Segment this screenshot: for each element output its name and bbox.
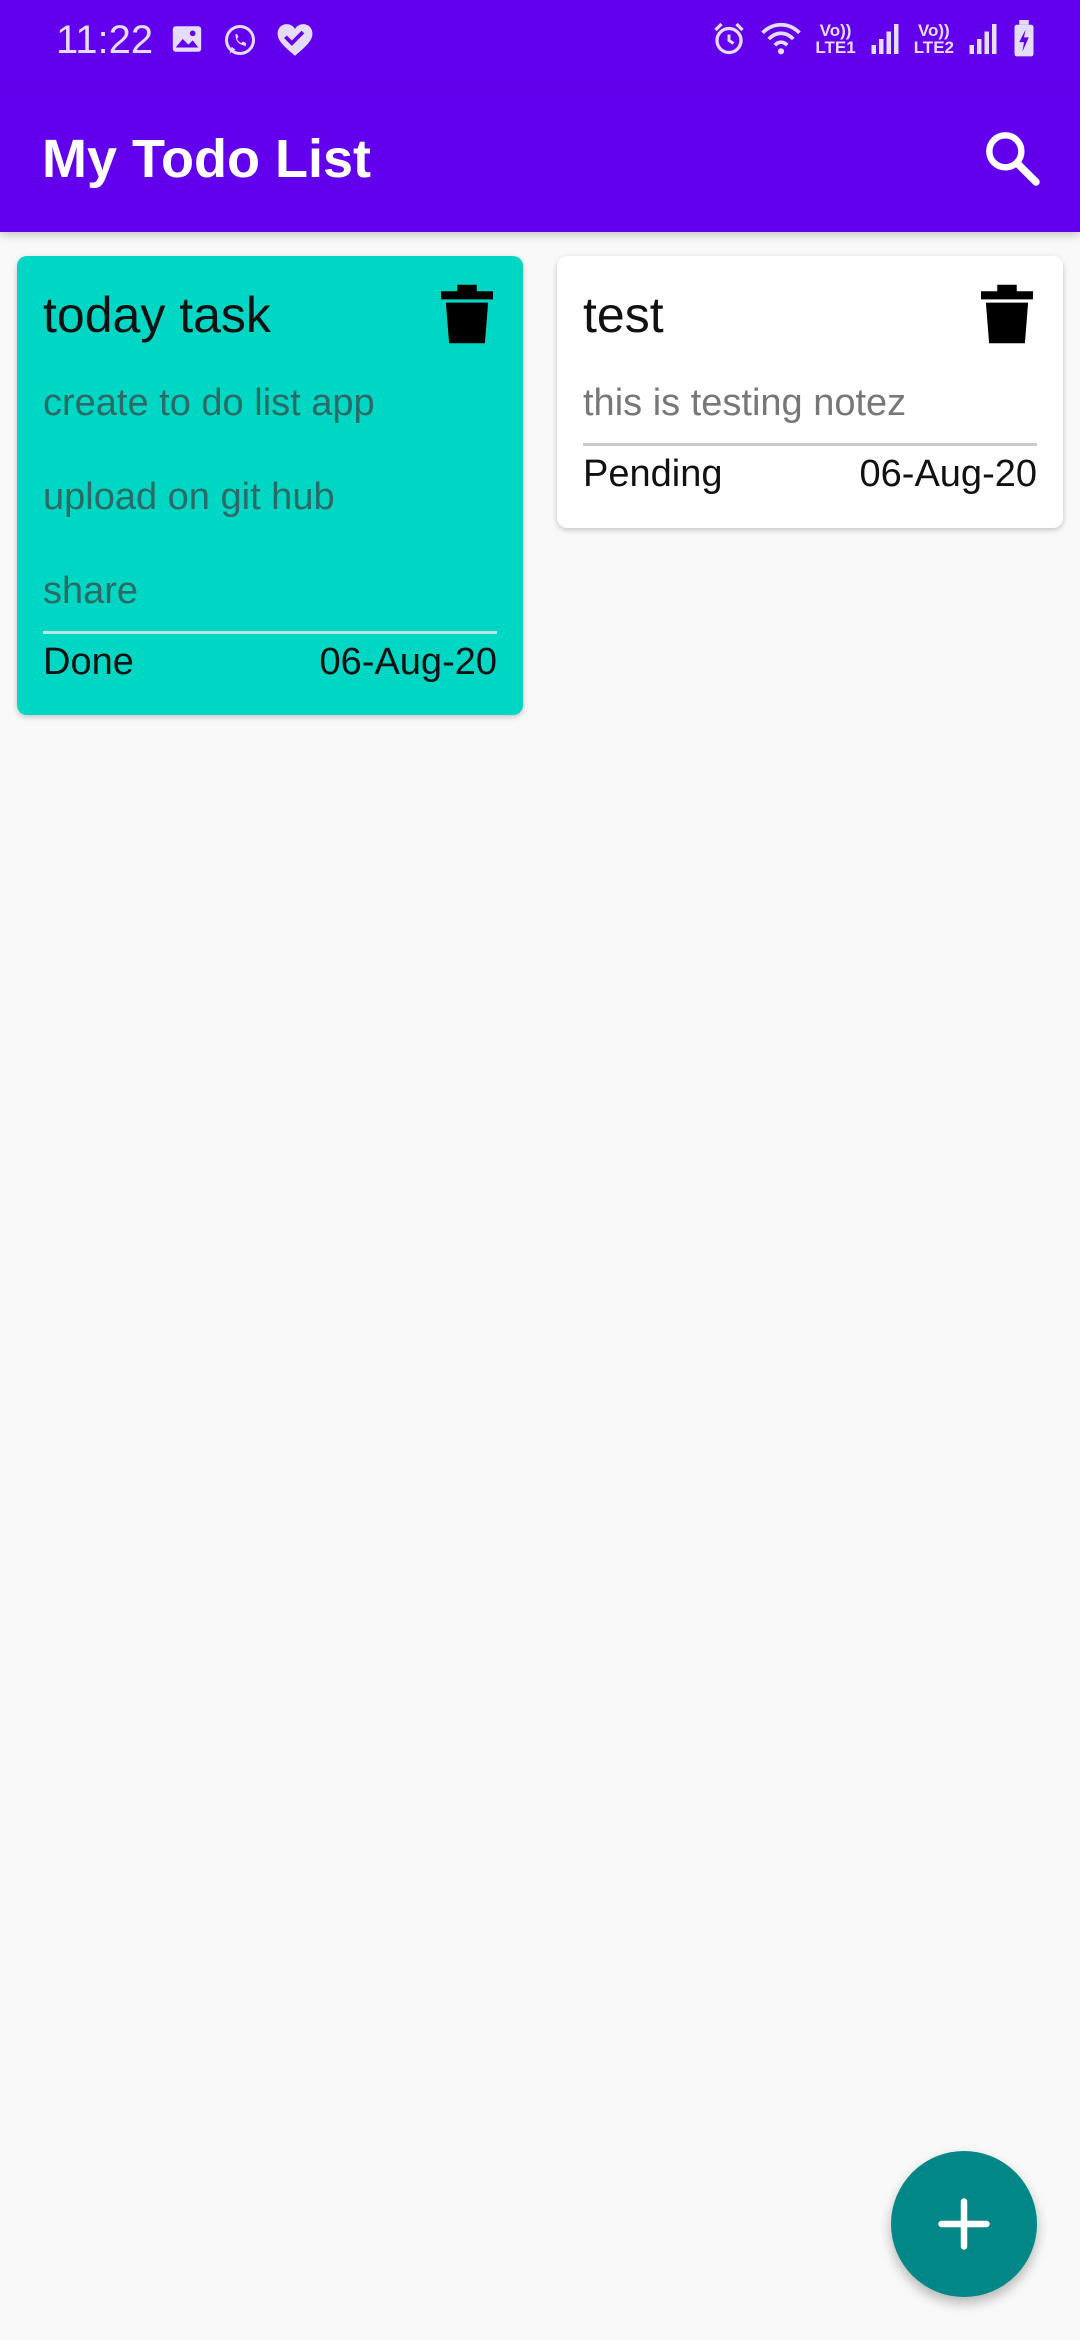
note-line: create to do list app [43, 382, 375, 424]
card-title: today task [43, 287, 271, 343]
app-bar: My Todo List [0, 84, 1080, 232]
note-line: this is testing notez [583, 382, 907, 424]
add-todo-button[interactable] [891, 2151, 1037, 2297]
volte-lte2-icon: Vo)) LTE2 [914, 22, 954, 56]
note-line: upload on git hub [43, 476, 335, 518]
card-title: test [583, 287, 664, 343]
whatsapp-icon [222, 22, 258, 58]
task-date: 06-Aug-20 [319, 641, 497, 683]
alarm-icon [711, 21, 747, 57]
search-button[interactable] [980, 126, 1044, 190]
trash-icon [981, 284, 1033, 344]
status-left-icons [170, 22, 314, 58]
search-icon [986, 132, 1040, 186]
card-divider [43, 631, 497, 634]
signal-icon [870, 22, 900, 56]
status-bar: 11:22 Vo)) LTE1 Vo)) LTE2 [0, 0, 1080, 84]
todo-card[interactable]: test this is testing notez Pending 06-Au… [557, 256, 1063, 528]
task-status: Done [43, 641, 134, 683]
signal-icon [968, 22, 998, 56]
plus-icon [938, 2198, 990, 2250]
volte-label: Vo)) [819, 21, 852, 40]
volte-label: Vo)) [917, 21, 950, 40]
app-title: My Todo List [42, 129, 371, 189]
task-status: Pending [583, 453, 723, 495]
volte-lte1-icon: Vo)) LTE1 [815, 22, 855, 56]
trash-icon [441, 284, 493, 344]
health-heart-icon [276, 22, 314, 58]
image-icon [170, 22, 204, 58]
wifi-icon [761, 22, 802, 56]
delete-button[interactable] [981, 284, 1033, 344]
task-date: 06-Aug-20 [859, 453, 1037, 495]
todo-card[interactable]: today task create to do list app upload … [17, 256, 523, 715]
card-divider [583, 443, 1037, 446]
status-time: 11:22 [56, 18, 154, 62]
battery-charging-icon [1012, 20, 1036, 58]
delete-button[interactable] [441, 284, 493, 344]
lte1-label: LTE1 [815, 38, 856, 57]
note-line: share [43, 570, 139, 612]
lte2-label: LTE2 [913, 38, 954, 57]
status-right-icons: Vo)) LTE1 Vo)) LTE2 [711, 20, 1036, 58]
